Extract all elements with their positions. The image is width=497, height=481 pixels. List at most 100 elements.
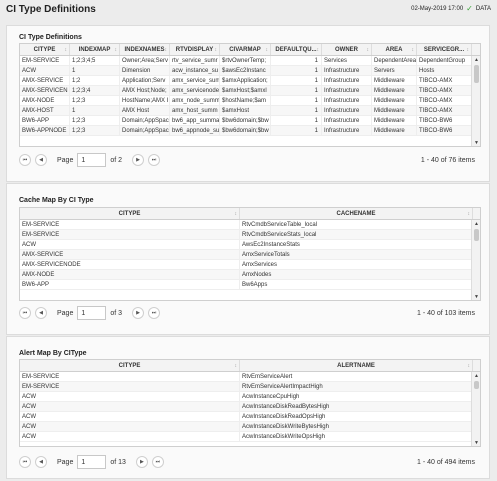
table-cell: AmxServices bbox=[240, 260, 473, 269]
first-page-button[interactable]: ⏮ bbox=[19, 154, 31, 166]
scroll-thumb[interactable] bbox=[474, 229, 479, 241]
grid-body: EM-SERVICE RtvEmServiceAlert EM-SERVICE Rtv… bbox=[20, 372, 480, 442]
column-header[interactable]: INDEXMAP ↕ bbox=[70, 44, 120, 55]
table-cell: $awsEc2Instanc bbox=[220, 66, 271, 75]
scroll-thumb[interactable] bbox=[474, 381, 479, 389]
table-cell: $hostName;$am bbox=[220, 96, 271, 105]
scroll-down-icon[interactable]: ▼ bbox=[473, 294, 480, 300]
table-row[interactable]: BW6-APPNODE 1;2;3 Domain;AppSpac bw6_appnod… bbox=[20, 126, 480, 136]
table-row[interactable]: ACW AcwInstanceDiskWriteBytesHigh bbox=[20, 422, 480, 432]
vertical-scrollbar[interactable]: ▲ ▼ bbox=[471, 372, 480, 446]
scroll-down-icon[interactable]: ▼ bbox=[473, 440, 480, 446]
column-header-label: RTVDISPLAY bbox=[175, 47, 214, 53]
sort-icon[interactable]: ↕ bbox=[235, 208, 238, 219]
table-cell: BW6-APPNODE bbox=[20, 126, 70, 135]
sort-icon[interactable]: ↕ bbox=[468, 360, 471, 371]
prev-page-button[interactable]: ◀ bbox=[35, 154, 47, 166]
table-cell: AMX-SERVICEN bbox=[20, 86, 70, 95]
table-cell: 1;2;3;4;5 bbox=[70, 56, 120, 65]
table-row[interactable]: AMX-HOST 1 AMX Host amx_host_summ $amxHost 1 I… bbox=[20, 106, 480, 116]
table-cell: Domain;AppSpac bbox=[122, 116, 170, 125]
last-page-button[interactable]: ⏭ bbox=[148, 154, 161, 166]
table-row[interactable]: BW6-APP Bw6Apps bbox=[20, 280, 480, 290]
sort-icon[interactable]: ↕ bbox=[367, 44, 370, 55]
table-row[interactable]: ACW AcwInstanceDiskWriteOpsHigh bbox=[20, 432, 480, 442]
table-cell: acw_instance_su bbox=[172, 66, 220, 75]
table-cell: 1 bbox=[271, 106, 322, 115]
prev-page-button[interactable]: ◀ bbox=[35, 456, 47, 468]
column-header[interactable]: ALERTNAME ↕ bbox=[240, 360, 473, 371]
column-header[interactable]: SERVICEGR... ↕ bbox=[417, 44, 472, 55]
table-row[interactable]: ACW AcwInstanceDiskReadBytesHigh bbox=[20, 402, 480, 412]
table-cell: AMX-NODE bbox=[20, 270, 240, 279]
table-row[interactable]: AMX-SERVICE AmxServiceTotals bbox=[20, 250, 480, 260]
panel-title: CI Type Definitions bbox=[19, 34, 82, 41]
first-page-button[interactable]: ⏮ bbox=[19, 456, 31, 468]
table-row[interactable]: EM-SERVICE RtvCmdbServiceStats_local bbox=[20, 230, 480, 240]
sort-icon[interactable]: ↕ bbox=[317, 44, 320, 55]
scroll-up-icon[interactable]: ▲ bbox=[473, 221, 480, 228]
sort-icon[interactable]: ↕ bbox=[468, 208, 471, 219]
column-header[interactable]: INDEXNAMES ↕ bbox=[120, 44, 170, 55]
last-page-button[interactable]: ⏭ bbox=[148, 307, 161, 319]
column-header[interactable]: AREA ↕ bbox=[372, 44, 417, 55]
page-number-input[interactable]: 1 bbox=[77, 306, 107, 320]
first-page-button[interactable]: ⏮ bbox=[19, 307, 31, 319]
table-row[interactable]: ACW 1 Dimension acw_instance_su $awsEc2Insta… bbox=[20, 66, 480, 76]
page-number-input[interactable]: 1 bbox=[77, 153, 107, 167]
vertical-scrollbar[interactable]: ▲ ▼ bbox=[471, 56, 480, 146]
page-number-input[interactable]: 1 bbox=[77, 455, 107, 469]
vertical-scrollbar[interactable]: ▲ ▼ bbox=[471, 220, 480, 300]
table-cell: Infrastructure bbox=[322, 126, 372, 135]
table-cell: AMX-SERVICENODE bbox=[20, 260, 240, 269]
column-header[interactable]: RTVDISPLAY ↕ bbox=[170, 44, 220, 55]
column-header[interactable]: CITYPE ↕ bbox=[20, 360, 240, 371]
table-row[interactable]: EM-SERVICE 1;2;3;4;5 Owner;Area;Serv rtv_se… bbox=[20, 56, 480, 66]
column-header[interactable]: CIVARMAP ↕ bbox=[220, 44, 271, 55]
table-cell: 1 bbox=[271, 56, 322, 65]
next-page-button[interactable]: ▶ bbox=[135, 456, 148, 468]
table-cell: Services bbox=[322, 56, 372, 65]
column-header[interactable]: DEFAULTQU... ↕ bbox=[271, 44, 322, 55]
table-cell: amx_node_summ bbox=[172, 96, 220, 105]
sort-icon[interactable]: ↕ bbox=[467, 44, 470, 55]
scroll-up-icon[interactable]: ▲ bbox=[473, 57, 480, 64]
column-header[interactable]: CACHENAME ↕ bbox=[240, 208, 473, 219]
table-row[interactable]: EM-SERVICE RtvEmServiceAlertImpactHigh bbox=[20, 382, 480, 392]
table-row[interactable]: EM-SERVICE RtvCmdbServiceTable_local bbox=[20, 220, 480, 230]
sort-icon[interactable]: ↕ bbox=[165, 44, 168, 55]
page-label: Page bbox=[57, 458, 74, 466]
table-row[interactable]: AMX-SERVICEN 1;2;3;4 AMX Host;Node; amx_ser… bbox=[20, 86, 480, 96]
last-page-button[interactable]: ⏭ bbox=[151, 456, 164, 468]
table-row[interactable]: EM-SERVICE RtvEmServiceAlert bbox=[20, 372, 480, 382]
scroll-down-icon[interactable]: ▼ bbox=[473, 140, 480, 146]
next-page-button[interactable]: ▶ bbox=[132, 154, 145, 166]
column-header[interactable]: CITYPE ↕ bbox=[20, 44, 70, 55]
sort-icon[interactable]: ↕ bbox=[235, 360, 238, 371]
sort-icon[interactable]: ↕ bbox=[215, 44, 218, 55]
table-row[interactable]: ACW AwsEc2InstanceStats bbox=[20, 240, 480, 250]
table-row[interactable]: ACW AcwInstanceCpuHigh bbox=[20, 392, 480, 402]
column-header-label: ALERTNAME bbox=[337, 363, 375, 369]
table-row[interactable]: AMX-SERVICENODE AmxServices bbox=[20, 260, 480, 270]
table-cell: ACW bbox=[20, 66, 70, 75]
table-row[interactable]: AMX-NODE 1;2;3 HostName;AMX Iamx_node_summ… bbox=[20, 96, 480, 106]
sort-icon[interactable]: ↕ bbox=[115, 44, 118, 55]
prev-page-button[interactable]: ◀ bbox=[35, 307, 47, 319]
column-header[interactable]: OWNER ↕ bbox=[322, 44, 372, 55]
table-row[interactable]: ACW AcwInstanceDiskReadOpsHigh bbox=[20, 412, 480, 422]
table-cell: BW6-APP bbox=[20, 280, 240, 289]
sort-icon[interactable]: ↕ bbox=[266, 44, 269, 55]
column-header[interactable]: CITYPE ↕ bbox=[20, 208, 240, 219]
table-row[interactable]: AMX-SERVICE 1;2 Application;Serv amx_servic… bbox=[20, 76, 480, 86]
sort-icon[interactable]: ↕ bbox=[65, 44, 68, 55]
table-cell: $amxHost;$amxl bbox=[220, 86, 271, 95]
table-row[interactable]: AMX-NODE AmxNodes bbox=[20, 270, 480, 280]
sort-icon[interactable]: ↕ bbox=[412, 44, 415, 55]
table-cell: Infrastructure bbox=[322, 76, 372, 85]
next-page-button[interactable]: ▶ bbox=[132, 307, 145, 319]
scroll-up-icon[interactable]: ▲ bbox=[473, 373, 480, 380]
table-row[interactable]: BW6-APP 1;2;3 Domain;AppSpac bw6_app_summa $… bbox=[20, 116, 480, 126]
page-title: CI Type Definitions bbox=[6, 4, 96, 15]
scroll-thumb[interactable] bbox=[474, 65, 479, 83]
